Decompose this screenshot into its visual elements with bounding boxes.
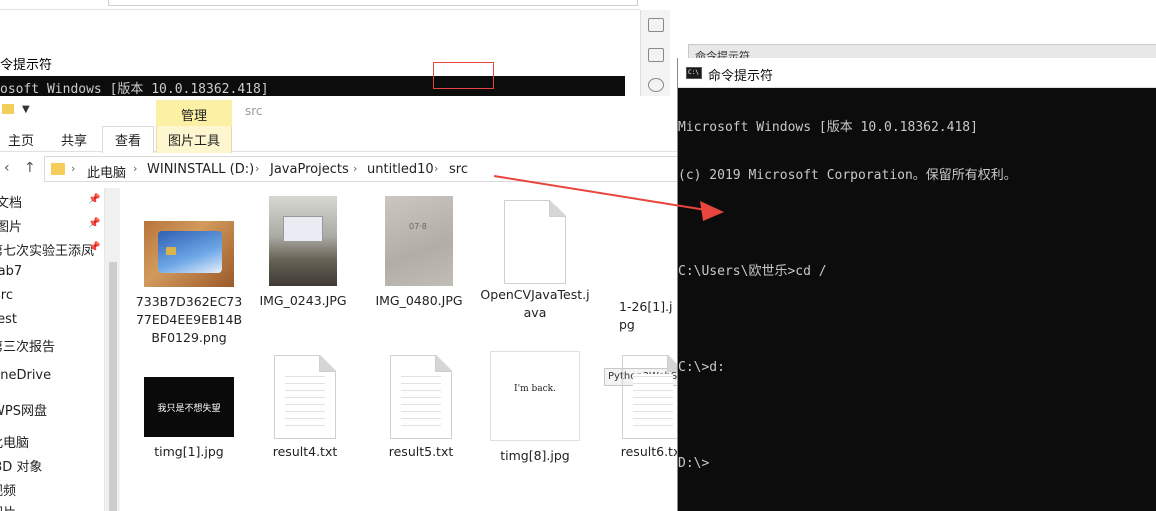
image-thumbnail (269, 196, 337, 286)
split-view-icon[interactable] (648, 48, 664, 62)
manage-tab[interactable]: 管理 (156, 100, 232, 126)
pin-icon[interactable]: 📌 (88, 194, 100, 205)
back-chevron-icon[interactable]: ‹ (4, 160, 10, 176)
image-thumbnail: 我只是不想失望 (144, 377, 234, 437)
nav-item-src[interactable]: src (0, 288, 13, 303)
breadcrumb-drive[interactable]: WININSTALL (D:) (147, 162, 254, 177)
file-name: result4.txt (272, 444, 338, 459)
chevron-right-icon[interactable]: › (71, 162, 75, 175)
pin-icon[interactable]: 📌 (88, 218, 100, 229)
chevron-right-icon[interactable]: › (255, 162, 259, 175)
cmd-window[interactable]: C:\ 命令提示符 Microsoft Windows [版本 10.0.183… (677, 58, 1156, 511)
nav-item-this-pc[interactable]: 此电脑 (0, 432, 29, 451)
ribbon-tabs: 主页 共享 查看 图片工具 (0, 126, 680, 153)
background-address-input[interactable] (108, 0, 638, 6)
tab-share[interactable]: 共享 (61, 130, 87, 149)
file-item[interactable]: 1-26[1].jpg (600, 196, 680, 334)
nav-item-report3[interactable]: 第三次报告 (0, 336, 55, 355)
file-item[interactable]: OpenCVJavaTest.java (480, 196, 590, 322)
cmd-icon: C:\ (686, 67, 702, 79)
image-thumbnail: 07·8 (385, 196, 453, 286)
nav-item-lab7-folder[interactable]: 第七次实验王添凤 (0, 240, 94, 259)
breadcrumb-untitled10[interactable]: untitled10 (367, 162, 434, 177)
console-line: D:\> (678, 456, 710, 471)
file-item[interactable]: result4.txt (250, 351, 360, 461)
file-name: OpenCVJavaTest.java (480, 287, 590, 320)
photo-text: 07·8 (409, 222, 427, 231)
console-line: Microsoft Windows [版本 10.0.18362.418] (678, 120, 978, 135)
window-icon[interactable] (648, 18, 664, 32)
image-thumbnail (144, 221, 234, 287)
quick-access-dropdown-icon[interactable]: ▼ (22, 104, 30, 115)
up-arrow-icon[interactable]: ↑ (24, 160, 36, 176)
breadcrumb-this-pc[interactable]: 此电脑 (87, 162, 126, 181)
file-item[interactable]: 我只是不想失望 timg[1].jpg (134, 351, 244, 461)
file-name: IMG_0480.JPG (375, 293, 463, 308)
address-bar-row: ‹ ↑ › 此电脑 › WININSTALL (D:) › JavaProjec… (0, 156, 680, 184)
chevron-right-icon[interactable]: › (133, 162, 137, 175)
window-title: src (245, 104, 263, 118)
nav-item-pictures[interactable]: 图片 (0, 216, 22, 235)
nav-item-pictures-2[interactable]: 图片 (0, 502, 16, 511)
console-line: C:\Users\欧世乐>cd / (678, 264, 827, 279)
file-name: result5.txt (388, 444, 454, 459)
nav-item-videos[interactable]: 视频 (0, 480, 16, 499)
breadcrumb-src[interactable]: src (449, 162, 468, 177)
nav-item-3d-objects[interactable]: 3D 对象 (0, 456, 42, 475)
console-line: (c) 2019 Microsoft Corporation。保留所有权利。 (678, 168, 1017, 183)
chevron-right-icon[interactable]: › (353, 162, 357, 175)
src-highlight-box (433, 62, 494, 89)
txt-file-icon (622, 355, 684, 439)
file-item[interactable]: 733B7D362EC7377ED4EE9EB14BBF0129.png (134, 196, 244, 347)
file-item[interactable]: result5.txt (366, 351, 476, 461)
txt-file-icon (390, 355, 452, 439)
screen: 令提示符 osoft Windows [版本 10.0.18362.418] 命… (0, 0, 1156, 511)
tab-home[interactable]: 主页 (8, 130, 34, 149)
chevron-right-icon[interactable]: › (434, 162, 438, 175)
console-line: C:\>d: (678, 360, 725, 375)
file-name: timg[1].jpg (154, 444, 224, 459)
file-name: 1-26[1].jpg (619, 299, 673, 332)
pin-icon[interactable]: 📌 (88, 242, 100, 253)
tab-view[interactable]: 查看 (102, 126, 155, 153)
background-window-topbar (0, 0, 640, 10)
breadcrumb-javaprojects[interactable]: JavaProjects (270, 162, 349, 177)
nav-item-wps[interactable]: WPS网盘 (0, 400, 47, 419)
nav-scrollbar[interactable] (104, 188, 120, 511)
side-toolbar (640, 10, 670, 100)
background-cmd-title: 令提示符 (0, 48, 625, 76)
file-item[interactable]: IMG_0243.JPG (248, 196, 358, 310)
txt-file-icon (274, 355, 336, 439)
scrollbar-thumb[interactable] (109, 262, 117, 511)
java-file-icon (504, 200, 566, 284)
file-name: IMG_0243.JPG (259, 293, 347, 308)
eye-icon[interactable] (648, 78, 664, 92)
tab-picture-tools[interactable]: 图片工具 (156, 126, 232, 153)
image-thumbnail: I'm back. (490, 351, 580, 441)
address-folder-icon (51, 163, 65, 175)
file-explorer-window: ▼ 管理 src 主页 共享 查看 图片工具 ‹ ↑ › 此电脑 › WININ… (0, 96, 685, 511)
file-item[interactable]: 07·8 IMG_0480.JPG (364, 196, 474, 310)
navigation-pane: 文档 📌 图片 📌 第七次实验王添凤 📌 lab7 src test 第三次报告… (0, 188, 104, 511)
file-name: timg[8].jpg (500, 448, 570, 463)
nav-item-lab7[interactable]: lab7 (0, 264, 22, 279)
file-item[interactable]: I'm back. timg[8].jpg (480, 351, 590, 465)
title-bar: ▼ 管理 src (0, 96, 680, 126)
folder-icon[interactable] (2, 104, 14, 114)
cmd-title: 命令提示符 (708, 69, 774, 84)
nav-item-test[interactable]: test (0, 312, 17, 327)
cmd-console[interactable]: Microsoft Windows [版本 10.0.18362.418] (c… (678, 88, 1156, 504)
background-cmd-console: osoft Windows [版本 10.0.18362.418] (0, 76, 625, 98)
file-name: 733B7D362EC7377ED4EE9EB14BBF0129.png (135, 294, 243, 345)
nav-item-documents[interactable]: 文档 (0, 192, 22, 211)
address-bar[interactable]: › 此电脑 › WININSTALL (D:) › JavaProjects ›… (44, 156, 680, 182)
nav-item-onedrive[interactable]: OneDrive (0, 368, 51, 383)
cmd-title-bar[interactable]: C:\ 命令提示符 (678, 58, 1156, 88)
